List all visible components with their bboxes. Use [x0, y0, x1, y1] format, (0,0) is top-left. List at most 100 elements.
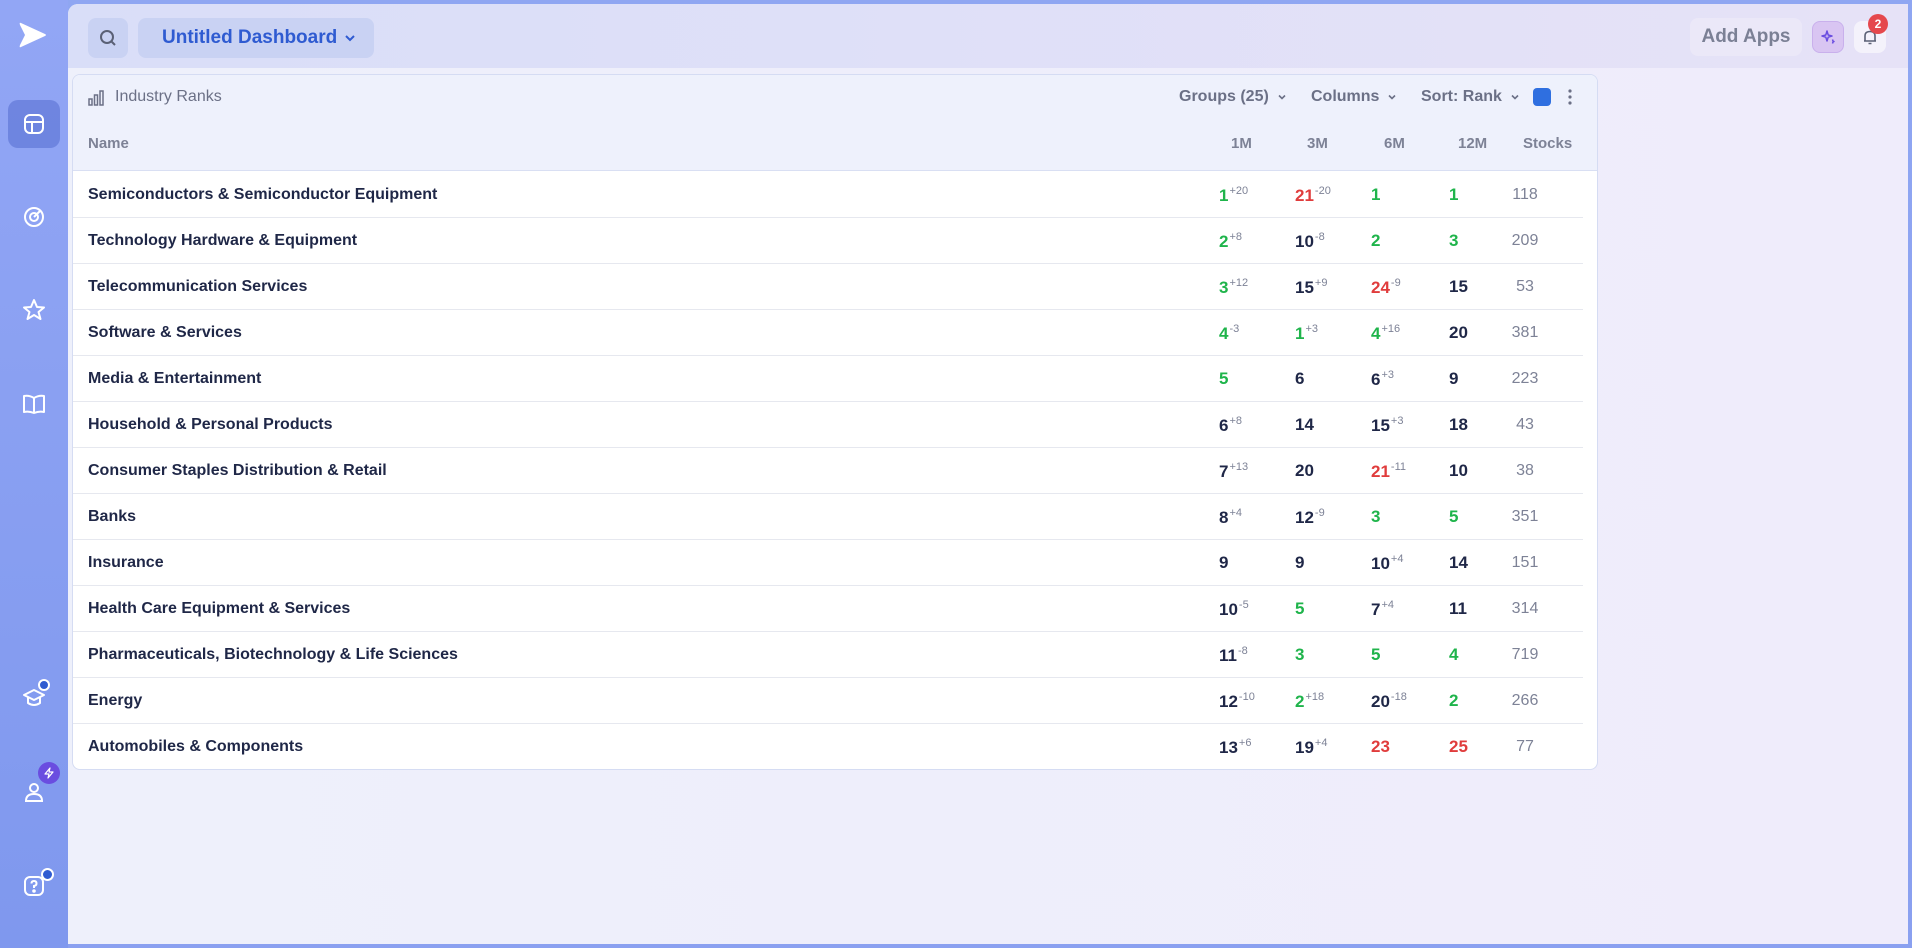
rank-cell-m3: 3	[1295, 645, 1304, 665]
column-header-name[interactable]: Name	[88, 135, 129, 152]
column-header-3m[interactable]: 3M	[1307, 135, 1328, 152]
column-header-6m[interactable]: 6M	[1384, 135, 1405, 152]
rank-value: 21	[1295, 186, 1314, 205]
table-row[interactable]: Energy 12-10 2+18 20-18 2 266	[73, 678, 1583, 724]
rank-cell-m12: 4	[1449, 645, 1458, 665]
rank-cell-m6: 7+4	[1371, 599, 1394, 620]
columns-label: Columns	[1311, 88, 1380, 105]
rank-change: +16	[1381, 323, 1401, 335]
rank-cell-m6: 24-9	[1371, 277, 1401, 298]
table-row[interactable]: Insurance 9 9 10+4 14 151	[73, 540, 1583, 586]
rank-cell-m3: 20	[1295, 461, 1314, 481]
rank-cell-m3: 15+9	[1295, 277, 1327, 298]
rank-change: +9	[1314, 277, 1328, 289]
rank-change: +8	[1229, 415, 1243, 427]
columns-dropdown[interactable]: Columns	[1311, 88, 1397, 106]
stocks-count: 38	[1516, 462, 1534, 479]
table-row[interactable]: Health Care Equipment & Services 10-5 5 7+4…	[73, 586, 1583, 632]
rank-cell-m12: 1	[1449, 185, 1458, 205]
rank-value: 1	[1449, 185, 1459, 204]
bolt-icon	[44, 767, 54, 779]
rank-cell-m1: 12-10	[1219, 691, 1255, 712]
ai-assistant-button[interactable]	[1812, 21, 1844, 53]
rank-cell-m6: 5	[1371, 645, 1380, 665]
dashboard-title: Untitled Dashboard	[162, 27, 338, 48]
radar-icon	[24, 207, 44, 227]
column-header-12m[interactable]: 12M	[1458, 135, 1487, 152]
rank-cell-m1: 1+20	[1219, 185, 1248, 206]
sidebar-item-library[interactable]	[8, 380, 60, 428]
rank-change: +3	[1390, 415, 1404, 427]
search-button[interactable]	[88, 18, 128, 58]
rank-cell-m6: 2	[1371, 231, 1380, 251]
rank-value: 1	[1219, 186, 1229, 205]
groups-dropdown[interactable]: Groups (25)	[1179, 88, 1287, 106]
table-row[interactable]: Consumer Staples Distribution & Retail 7+…	[73, 448, 1583, 494]
rank-value: 15	[1449, 277, 1468, 296]
rank-cell-m1: 9	[1219, 553, 1228, 573]
rank-value: 10	[1295, 232, 1314, 251]
rank-cell-m12: 9	[1449, 369, 1458, 389]
rank-cell-m3: 19+4	[1295, 737, 1327, 758]
sidebar-item-dashboard[interactable]	[8, 100, 60, 148]
sidebar-item-learn[interactable]	[8, 674, 60, 722]
rank-value: 20	[1295, 461, 1314, 480]
rank-value: 2	[1449, 691, 1459, 710]
industry-name: Technology Hardware & Equipment	[88, 232, 358, 249]
panel-header: Industry Ranks Groups (25) Columns Sort:…	[73, 75, 1597, 171]
rank-cell-m1: 5	[1219, 369, 1228, 389]
more-options-icon[interactable]	[1563, 87, 1577, 107]
dashboard-icon	[24, 114, 44, 134]
table-row[interactable]: Telecommunication Services 3+12 15+9 24-9 15…	[73, 264, 1583, 310]
rank-cell-m12: 25	[1449, 737, 1468, 757]
rank-cell-m3: 1+3	[1295, 323, 1318, 344]
rank-value: 1	[1295, 324, 1305, 343]
stocks-count: 266	[1511, 692, 1539, 709]
stocks-count: 719	[1511, 646, 1539, 663]
sidebar-item-watchlist[interactable]	[8, 286, 60, 334]
dashboard-selector[interactable]: Untitled Dashboard	[138, 18, 374, 58]
table-row[interactable]: Technology Hardware & Equipment 2+8 10-8 2 3…	[73, 218, 1583, 264]
column-header-1m[interactable]: 1M	[1231, 135, 1252, 152]
table-row[interactable]: Household & Personal Products 6+8 14 15+3 18…	[73, 402, 1583, 448]
bar-chart-icon	[88, 90, 104, 106]
table-row[interactable]: Semiconductors & Semiconductor Equipment…	[73, 172, 1583, 218]
main-area: Untitled Dashboard Add Apps 2 Industry R…	[68, 4, 1908, 944]
rank-change: -9	[1390, 277, 1401, 289]
column-header-stocks[interactable]: Stocks	[1523, 135, 1572, 152]
table-row[interactable]: Automobiles & Components 13+6 19+4 23 25 77	[73, 724, 1583, 769]
industry-name: Pharmaceuticals, Biotechnology & Life Sc…	[88, 646, 458, 663]
sort-dropdown[interactable]: Sort: Rank	[1421, 88, 1520, 106]
table-row[interactable]: Software & Services 4-3 1+3 4+16 20 381	[73, 310, 1583, 356]
table-body: Semiconductors & Semiconductor Equipment…	[73, 172, 1597, 769]
color-swatch[interactable]	[1533, 88, 1551, 106]
rank-cell-m12: 11	[1449, 599, 1467, 619]
rank-value: 15	[1371, 416, 1390, 435]
table-row[interactable]: Media & Entertainment 5 6 6+3 9 223	[73, 356, 1583, 402]
rank-value: 6	[1371, 370, 1381, 389]
rank-cell-m3: 10-8	[1295, 231, 1325, 252]
rank-cell-m6: 1	[1371, 185, 1380, 205]
stocks-count: 381	[1511, 324, 1539, 341]
bolt-badge	[38, 762, 60, 784]
rank-change: +18	[1305, 691, 1325, 703]
industry-name: Banks	[88, 508, 137, 525]
rank-value: 7	[1371, 600, 1381, 619]
table-row[interactable]: Banks 8+4 12-9 3 5 351	[73, 494, 1583, 540]
rank-value: 14	[1295, 415, 1314, 434]
table-row[interactable]: Pharmaceuticals, Biotechnology & Life Sc…	[73, 632, 1583, 678]
rank-value: 8	[1219, 508, 1229, 527]
rank-value: 9	[1219, 553, 1229, 572]
groups-label: Groups (25)	[1179, 88, 1269, 105]
industry-name: Consumer Staples Distribution & Retail	[88, 462, 387, 479]
sparkle-icon	[1821, 30, 1835, 44]
help-indicator-dot	[41, 868, 54, 881]
sidebar-item-radar[interactable]	[8, 193, 60, 241]
add-apps-button[interactable]: Add Apps	[1690, 18, 1802, 56]
industry-name: Health Care Equipment & Services	[88, 600, 351, 617]
rank-change: +6	[1238, 737, 1252, 749]
rank-value: 4	[1371, 324, 1381, 343]
logo-icon[interactable]	[18, 20, 48, 50]
rank-change: +3	[1381, 369, 1395, 381]
rank-value: 5	[1295, 599, 1305, 618]
